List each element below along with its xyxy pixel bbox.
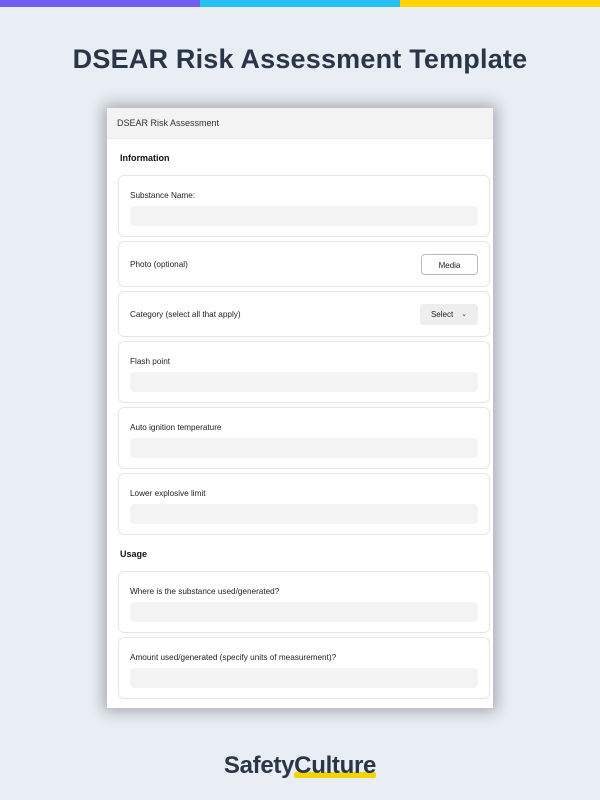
lower-explosive-input[interactable] xyxy=(130,504,478,524)
lower-explosive-label: Lower explosive limit xyxy=(130,489,206,498)
top-color-strip xyxy=(0,0,600,7)
flash-point-label: Flash point xyxy=(130,357,171,366)
category-select-value: Select xyxy=(430,309,454,319)
where-used-label: Where is the substance used/generated? xyxy=(130,587,280,596)
strip-blue xyxy=(200,0,400,7)
strip-yellow xyxy=(400,0,600,7)
photo-label: Photo (optional) xyxy=(130,259,188,269)
amount-used-field: Amount used/generated (specify units of … xyxy=(118,637,490,699)
substance-name-field: Substance Name: xyxy=(118,175,490,237)
category-select[interactable]: Select ⌄ xyxy=(420,303,478,325)
where-used-field: Where is the substance used/generated? xyxy=(118,571,490,633)
amount-used-label: Amount used/generated (specify units of … xyxy=(130,653,337,662)
category-label: Category (select all that apply) xyxy=(130,309,241,319)
substance-name-input[interactable] xyxy=(130,206,478,226)
chevron-down-icon: ⌄ xyxy=(461,311,468,318)
flash-point-input[interactable] xyxy=(130,372,478,392)
category-field: Category (select all that apply) Select … xyxy=(118,291,490,337)
logo-part-culture: Culture xyxy=(294,752,377,779)
substance-name-label: Substance Name: xyxy=(130,191,196,200)
section-title-information: Information xyxy=(120,153,170,163)
page-title: DSEAR Risk Assessment Template xyxy=(72,44,528,74)
photo-field: Photo (optional) Media xyxy=(118,241,490,287)
lower-explosive-field: Lower explosive limit xyxy=(118,473,490,535)
form-header: DSEAR Risk Assessment xyxy=(107,108,493,139)
auto-ignition-input[interactable] xyxy=(130,438,478,458)
where-used-input[interactable] xyxy=(130,602,478,622)
logo-part-safety: Safety xyxy=(223,752,295,779)
flash-point-field: Flash point xyxy=(118,341,490,403)
auto-ignition-field: Auto ignition temperature xyxy=(118,407,490,469)
safetyculture-logo: SafetyCulture xyxy=(0,752,600,780)
form-card: DSEAR Risk Assessment Information Substa… xyxy=(107,108,493,708)
section-title-usage: Usage xyxy=(120,549,148,559)
strip-purple xyxy=(0,0,200,7)
auto-ignition-label: Auto ignition temperature xyxy=(130,423,222,432)
amount-used-input[interactable] xyxy=(130,668,478,688)
media-button[interactable]: Media xyxy=(421,253,478,275)
